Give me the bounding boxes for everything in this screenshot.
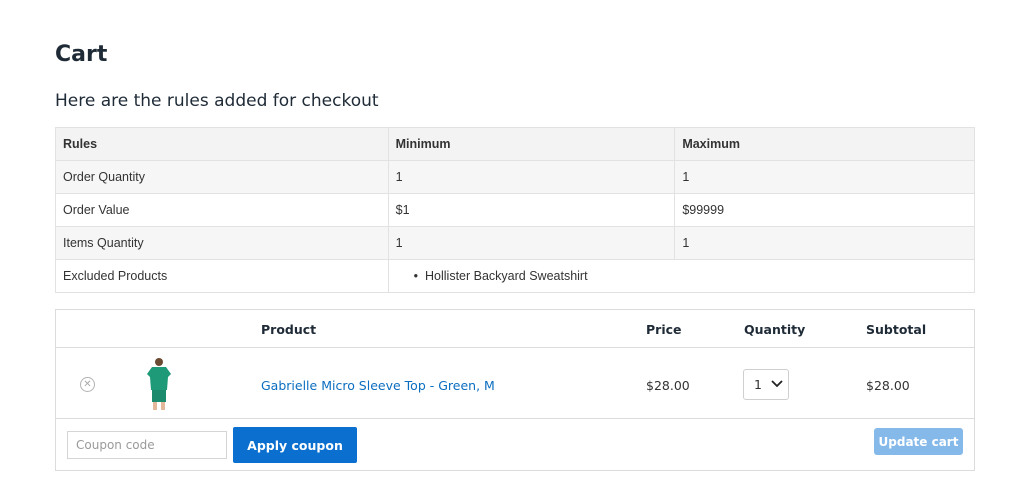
cart-item-row: ✕ Gabrielle Micro Sleeve Top - Green, M … [56, 348, 974, 419]
product-col-header: Product [261, 322, 317, 337]
excluded-products-cell: Hollister Backyard Sweatshirt [387, 259, 976, 293]
item-subtotal: $28.00 [866, 378, 910, 393]
coupon-code-input[interactable] [67, 431, 227, 459]
cart-header-row: Product Price Quantity Subtotal [56, 310, 974, 348]
rules-header-row: Rules Minimum Maximum [55, 127, 975, 161]
excluded-products-list: Hollister Backyard Sweatshirt [396, 269, 967, 283]
rule-min: 1 [387, 160, 676, 194]
rules-heading: Here are the rules added for checkout [55, 91, 379, 111]
rule-min: $1 [387, 193, 676, 227]
rule-min: 1 [387, 226, 676, 260]
table-row: Order Quantity 1 1 [55, 160, 975, 194]
quantity-select[interactable]: 1 [743, 369, 789, 400]
apply-coupon-button[interactable]: Apply coupon [233, 427, 357, 463]
rule-name: Order Value [55, 193, 389, 227]
rule-name: Order Quantity [55, 160, 389, 194]
quantity-value: 1 [754, 377, 762, 392]
maximum-col-header: Maximum [674, 127, 975, 161]
cart-table: Product Price Quantity Subtotal ✕ Gabrie… [55, 309, 975, 471]
table-row: Order Value $1 $99999 [55, 193, 975, 227]
minimum-col-header: Minimum [387, 127, 676, 161]
remove-item-icon[interactable]: ✕ [80, 377, 95, 392]
rule-max: $99999 [674, 193, 975, 227]
product-link[interactable]: Gabrielle Micro Sleeve Top - Green, M [261, 378, 495, 393]
table-row: Excluded Products Hollister Backyard Swe… [55, 259, 976, 293]
page-title: Cart [55, 42, 108, 67]
product-thumbnail[interactable] [144, 356, 174, 411]
price-col-header: Price [646, 322, 682, 337]
rules-col-header: Rules [55, 127, 389, 161]
rule-max: 1 [674, 226, 975, 260]
update-cart-button[interactable]: Update cart [874, 428, 963, 455]
item-price: $28.00 [646, 378, 690, 393]
rules-table: Rules Minimum Maximum Order Quantity 1 1… [55, 127, 976, 293]
rule-name: Items Quantity [55, 226, 389, 260]
table-row: Items Quantity 1 1 [55, 226, 975, 260]
list-item: Hollister Backyard Sweatshirt [414, 269, 967, 283]
rule-max: 1 [674, 160, 975, 194]
excluded-products-label: Excluded Products [55, 259, 389, 293]
quantity-col-header: Quantity [744, 322, 806, 337]
chevron-down-icon [771, 380, 783, 388]
subtotal-col-header: Subtotal [866, 322, 927, 337]
